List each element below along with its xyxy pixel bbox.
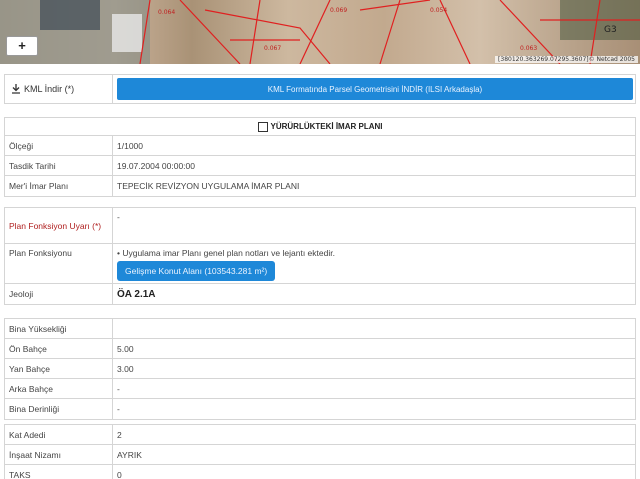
map-view[interactable]: 0.064 0.067 0.069 0.054 0.063 G3 + [3801… <box>0 0 640 64</box>
row-label: Arka Bahçe <box>5 379 113 398</box>
table-row: Arka Bahçe - <box>5 379 635 399</box>
table-row: Tasdik Tarihi 19.07.2004 00:00:00 <box>5 156 635 176</box>
row-label: Bina Yüksekliği <box>5 319 113 338</box>
document-icon <box>257 121 268 132</box>
table-row: Plan Fonksiyon Uyarı (*) - <box>5 208 635 244</box>
kml-label-cell: KML İndir (*) <box>5 75 113 103</box>
row-value: 19.07.2004 00:00:00 <box>117 160 195 171</box>
map-parcels: 0.064 0.067 0.069 0.054 0.063 G3 <box>0 0 640 64</box>
parcel-label: 0.063 <box>520 45 537 52</box>
row-label: Ölçeği <box>5 136 113 155</box>
row-label: Yan Bahçe <box>5 359 113 378</box>
table-row: Ön Bahçe 5.00 <box>5 339 635 359</box>
row-label: Kat Adedi <box>5 425 113 444</box>
row-value: AYRIK <box>117 449 142 460</box>
table-row: Plan Fonksiyonu • Uygulama imar Planı ge… <box>5 244 635 284</box>
table-row: TAKS 0 <box>5 465 635 479</box>
function-area-button[interactable]: Gelişme Konut Alanı (103543.281 m²) <box>117 261 276 281</box>
plan-section-title: YÜRÜRLÜKTEKİ İMAR PLANI <box>270 122 383 131</box>
geology-label: Jeoloji <box>5 284 113 304</box>
row-value: 5.00 <box>117 343 134 354</box>
row-label: TAKS <box>5 465 113 479</box>
plan-function-label: Plan Fonksiyonu <box>5 244 113 283</box>
row-label: İnşaat Nizamı <box>5 445 113 464</box>
table-row: Ölçeği 1/1000 <box>5 136 635 156</box>
table-row: Bina Yüksekliği <box>5 319 635 339</box>
row-value: 3.00 <box>117 363 134 374</box>
parcel-label: 0.067 <box>264 45 281 52</box>
plan-function-warning-label: Plan Fonksiyon Uyarı (*) <box>5 208 113 243</box>
row-value: 1/1000 <box>117 140 143 151</box>
geology-value: ÖA 2.1A <box>117 288 156 300</box>
row-value <box>113 319 635 338</box>
plan-table: YÜRÜRLÜKTEKİ İMAR PLANI Ölçeği 1/1000 Ta… <box>4 117 636 197</box>
building-table: Bina Yüksekliği Ön Bahçe 5.00 Yan Bahçe … <box>4 318 636 420</box>
parcel-label: G3 <box>604 25 617 35</box>
row-label: Bina Derinliği <box>5 399 113 419</box>
download-icon <box>12 84 20 94</box>
table-row: Jeoloji ÖA 2.1A <box>5 284 635 304</box>
table-row: Yan Bahçe 3.00 <box>5 359 635 379</box>
kml-label: KML İndir (*) <box>24 84 75 94</box>
table-row: Bina Derinliği - <box>5 399 635 419</box>
row-value: - <box>117 383 120 394</box>
plan-function-warning-value: - <box>117 212 120 222</box>
map-attribution: [380120.363269.07295.3607]© Netcad 2005 <box>495 56 638 63</box>
row-value: - <box>117 404 120 414</box>
zoom-in-button[interactable]: + <box>6 36 38 56</box>
row-label: Mer'i İmar Planı <box>5 176 113 196</box>
plan-notes-link[interactable]: • Uygulama imar Planı genel plan notları… <box>117 248 335 258</box>
floor-table: Kat Adedi 2 İnşaat Nizamı AYRIK TAKS 0 <box>4 424 636 479</box>
table-row: İnşaat Nizamı AYRIK <box>5 445 635 465</box>
row-value: 2 <box>117 429 122 440</box>
table-row: Kat Adedi 2 <box>5 425 635 445</box>
parcel-label: 0.064 <box>158 9 175 16</box>
function-table: Plan Fonksiyon Uyarı (*) - Plan Fonksiyo… <box>4 207 636 305</box>
parcel-label: 0.054 <box>430 7 447 14</box>
kml-download-button[interactable]: KML Formatında Parsel Geometrisini İNDİR… <box>117 78 633 100</box>
plan-function-value: • Uygulama imar Planı genel plan notları… <box>113 244 635 283</box>
row-value: 0 <box>117 470 122 479</box>
row-label: Ön Bahçe <box>5 339 113 358</box>
parcel-label: 0.069 <box>330 7 347 14</box>
kml-download-row: KML İndir (*) KML Formatında Parsel Geom… <box>4 74 636 104</box>
row-value: TEPECİK REVİZYON UYGULAMA İMAR PLANI <box>117 181 300 191</box>
table-row: Mer'i İmar Planı TEPECİK REVİZYON UYGULA… <box>5 176 635 196</box>
plan-section-header: YÜRÜRLÜKTEKİ İMAR PLANI <box>5 118 635 136</box>
row-label: Tasdik Tarihi <box>5 156 113 175</box>
